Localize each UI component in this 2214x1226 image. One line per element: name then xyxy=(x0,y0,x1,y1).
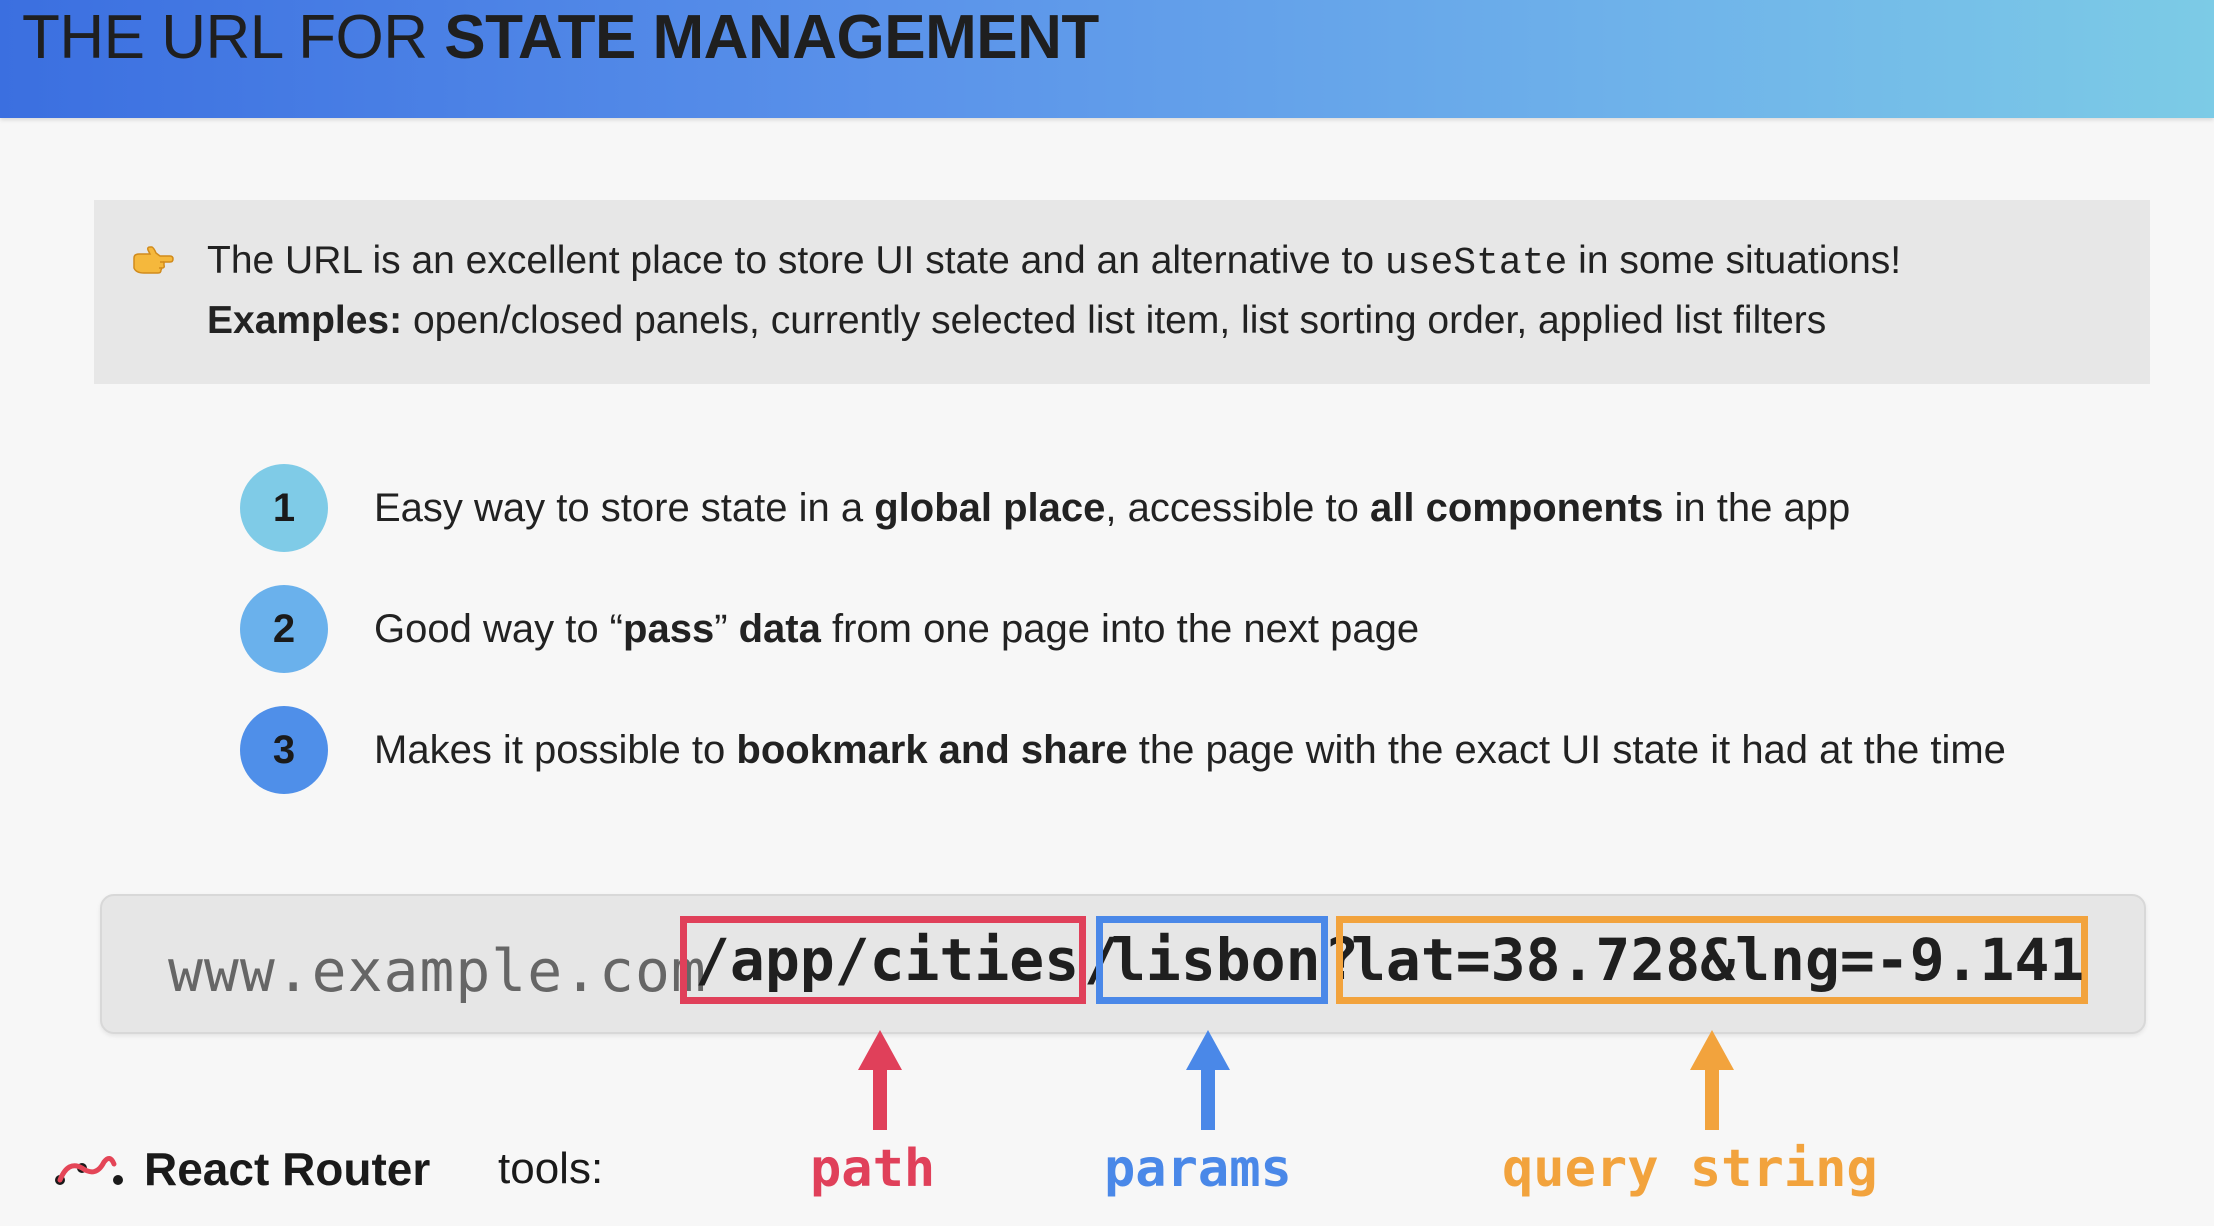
number-badge-2: 2 xyxy=(240,585,328,673)
pointing-hand-icon xyxy=(133,246,174,274)
url-host: www.example.com xyxy=(168,937,707,1005)
callout-box: The URL is an excellent place to store U… xyxy=(94,200,2150,384)
url-query-box: lat=38.728&lng=-9.141 xyxy=(1336,916,2088,1004)
query-string-label: query string xyxy=(1502,1139,1878,1199)
point-3-part: Makes it possible to xyxy=(374,728,737,772)
point-1-text: Easy way to store state in a global plac… xyxy=(374,484,1850,532)
point-1: 1 Easy way to store state in a global pl… xyxy=(240,464,2200,552)
page-title: THE URL FOR STATE MANAGEMENT xyxy=(22,6,1099,70)
point-1-part: Easy way to store state in a xyxy=(374,486,875,530)
point-1-bold: global place xyxy=(874,486,1106,530)
title-regular: THE URL FOR xyxy=(22,3,445,72)
point-1-part: in the app xyxy=(1663,486,1851,530)
callout-text-end: in some situations! xyxy=(1567,239,1902,282)
point-3-bold: bookmark and share xyxy=(736,728,1128,772)
point-2-part: Good way to “ xyxy=(374,607,624,651)
examples-label: Examples: xyxy=(207,299,403,342)
usestate-code: useState xyxy=(1384,242,1568,285)
point-3-text: Makes it possible to bookmark and share … xyxy=(374,726,2006,774)
url-bar: www.example.com /app/cities / lisbon ? l… xyxy=(100,894,2146,1034)
callout-line-2: Examples: open/closed panels, currently … xyxy=(207,298,1826,344)
react-router-brand: React Router xyxy=(144,1143,431,1195)
point-2-text: Good way to “pass” data from one page in… xyxy=(374,605,1419,653)
point-1-part: , accessible to xyxy=(1105,486,1370,530)
number-badge-1: 1 xyxy=(240,464,328,552)
params-arrow-icon xyxy=(1186,1030,1230,1130)
react-router-logo-icon xyxy=(55,1156,123,1185)
url-params-box: lisbon xyxy=(1096,916,1328,1004)
query-arrow-icon xyxy=(1690,1030,1734,1130)
title-bold: STATE MANAGEMENT xyxy=(444,3,1099,72)
point-2: 2 Good way to “pass” data from one page … xyxy=(240,585,2200,673)
point-2-bold: pass xyxy=(623,607,715,651)
url-path-box: /app/cities xyxy=(680,916,1086,1004)
examples-text: open/closed panels, currently selected l… xyxy=(402,299,1827,342)
path-arrow-icon xyxy=(858,1030,902,1130)
number-badge-3: 3 xyxy=(240,706,328,794)
point-2-part: ” xyxy=(714,607,739,651)
point-3-part: the page with the exact UI state it had … xyxy=(1127,728,2006,772)
point-3: 3 Makes it possible to bookmark and shar… xyxy=(240,706,2200,794)
callout-line-1: The URL is an excellent place to store U… xyxy=(207,238,1901,287)
tools-label: tools: xyxy=(498,1144,604,1193)
header-banner: THE URL FOR STATE MANAGEMENT xyxy=(0,0,2214,118)
callout-text: The URL is an excellent place to store U… xyxy=(207,239,1385,282)
params-label: params xyxy=(1104,1139,1292,1199)
point-1-bold: all components xyxy=(1369,486,1664,530)
point-2-bold: data xyxy=(738,607,821,651)
point-2-part: from one page into the next page xyxy=(820,607,1420,651)
path-label: path xyxy=(810,1139,936,1199)
